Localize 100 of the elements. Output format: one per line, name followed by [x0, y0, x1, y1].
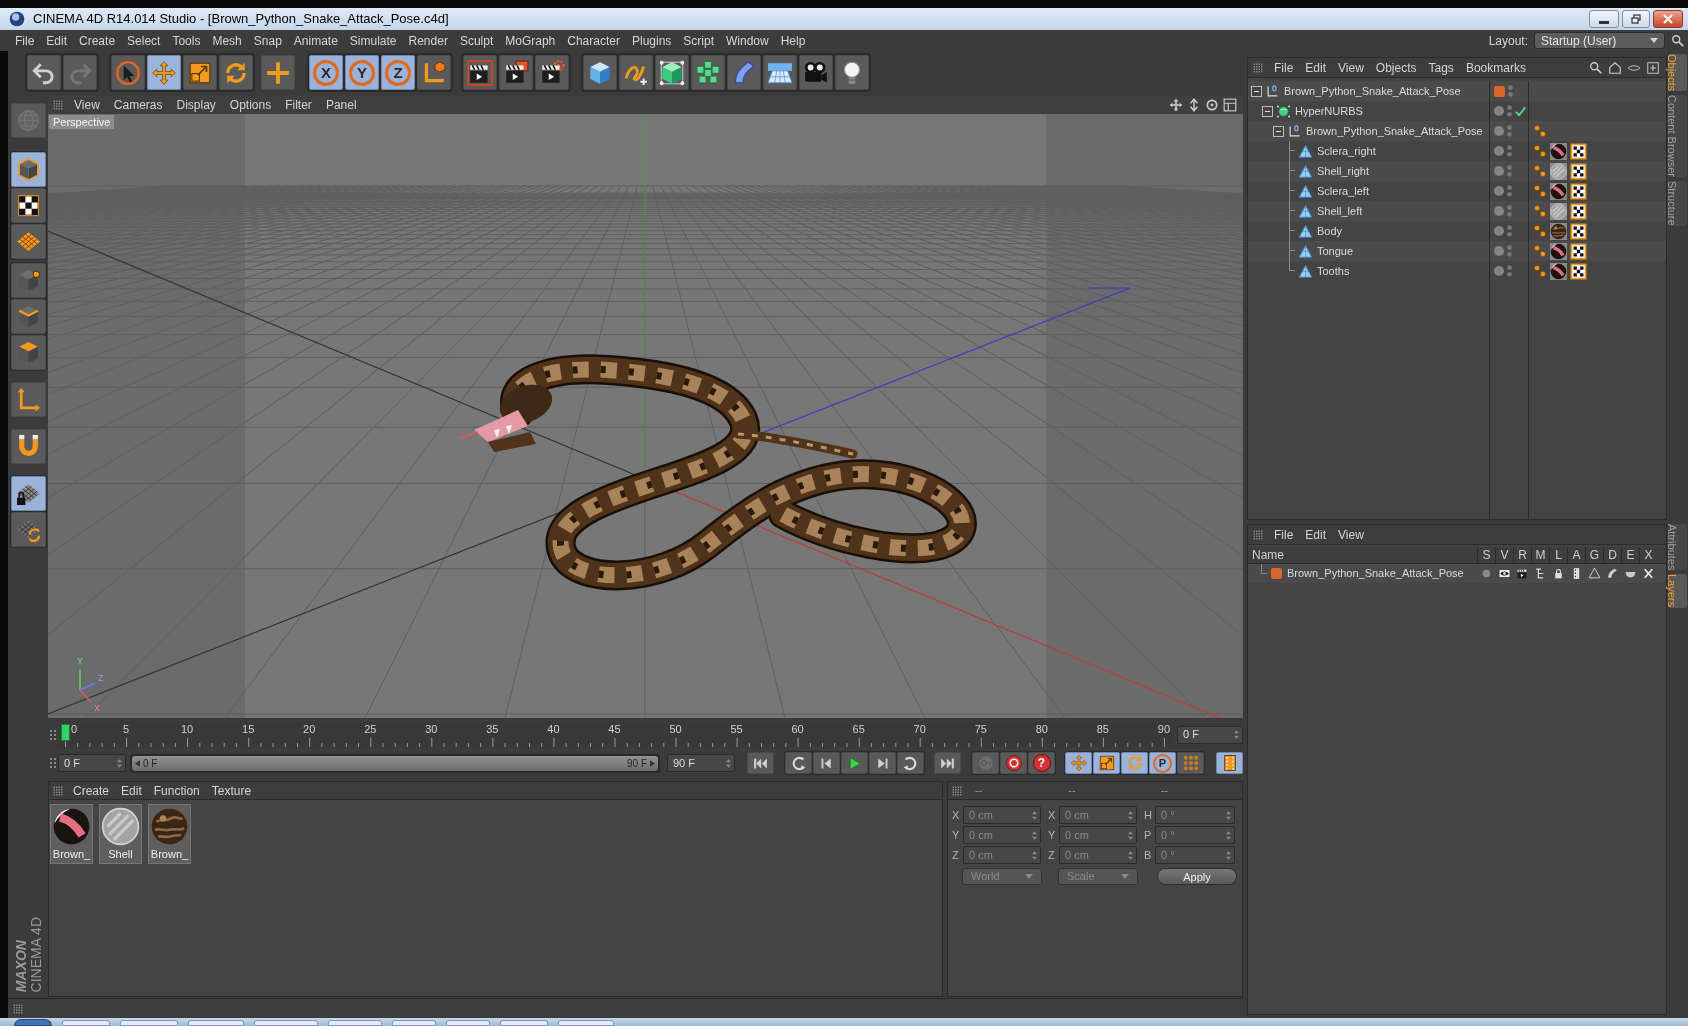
spline-button[interactable]: [619, 55, 653, 90]
move-view-icon[interactable]: [1169, 98, 1183, 112]
menu-item[interactable]: Tags: [1422, 59, 1460, 76]
next-frame-button[interactable]: [869, 752, 896, 774]
axis-button[interactable]: X: [309, 55, 343, 90]
menu-item[interactable]: Panel: [318, 97, 364, 113]
floor-button[interactable]: [763, 55, 797, 90]
material-ball-icon[interactable]: [1550, 242, 1567, 260]
phong-dots-icon[interactable]: [1533, 144, 1547, 158]
move-button[interactable]: [147, 55, 181, 90]
clapperboard-icon[interactable]: [1515, 567, 1529, 580]
restore-button[interactable]: [1622, 10, 1650, 28]
undo-button[interactable]: [27, 55, 61, 90]
taskbar-button[interactable]: [446, 1020, 490, 1026]
menu-item[interactable]: Objects: [1369, 59, 1423, 76]
taskbar-button[interactable]: [188, 1020, 244, 1026]
taskbar-button[interactable]: [500, 1020, 548, 1026]
render-view-button[interactable]: [463, 55, 497, 90]
menu-item[interactable]: Script: [677, 31, 720, 50]
render-picture-button[interactable]: [499, 55, 533, 90]
object-row[interactable]: Brown_Python_Snake_Attack_Pose: [1248, 121, 1666, 141]
material-ball-icon[interactable]: [1550, 162, 1567, 180]
autokey-button[interactable]: ?: [1028, 752, 1055, 774]
menu-item[interactable]: Create: [73, 31, 122, 50]
phong-dots-icon[interactable]: [1533, 244, 1547, 258]
snap-button[interactable]: [10, 429, 46, 464]
prev-frame-button[interactable]: [813, 752, 840, 774]
checker-tag-icon[interactable]: [1570, 182, 1587, 200]
object-row[interactable]: Shell_right: [1248, 161, 1666, 181]
phong-dots-icon[interactable]: [1533, 164, 1547, 178]
object-row[interactable]: Brown_Python_Snake_Attack_Pose: [1248, 81, 1666, 101]
last-button[interactable]: [934, 752, 961, 774]
menu-item[interactable]: Display: [169, 97, 223, 113]
planar-workplane-button[interactable]: [10, 512, 46, 547]
taskbar-button[interactable]: [254, 1020, 318, 1026]
taskbar-button[interactable]: [392, 1020, 436, 1026]
checker-tag-icon[interactable]: [1570, 162, 1587, 180]
menu-item[interactable]: Render: [402, 31, 454, 50]
menu-item[interactable]: Create: [67, 782, 116, 799]
menu-item[interactable]: View: [67, 97, 107, 113]
light-button[interactable]: [835, 55, 869, 90]
checker-tag-icon[interactable]: [1570, 242, 1587, 260]
timeline-ruler[interactable]: 0 5 10 15 20 25 30 35 40 45 50 55 60 65 70 75 80 85 90: [58, 722, 1170, 747]
bent-shape-icon[interactable]: [1605, 567, 1619, 580]
object-row[interactable]: Shell_left: [1248, 201, 1666, 221]
minimize-button[interactable]: [1589, 10, 1619, 28]
locked-workplane-button[interactable]: [10, 476, 46, 511]
collapse-box-icon[interactable]: [1273, 125, 1284, 137]
start-frame-field[interactable]: 0 F: [58, 754, 126, 772]
material-ball-icon[interactable]: [1550, 262, 1567, 280]
axis-mode-button[interactable]: [10, 382, 46, 417]
record-button[interactable]: [1000, 752, 1027, 774]
collapse-box-icon[interactable]: [1251, 85, 1262, 97]
checker-tag-icon[interactable]: [1570, 262, 1587, 280]
panel-tab[interactable]: Structure: [1668, 181, 1687, 226]
menu-item[interactable]: Tools: [166, 31, 207, 50]
material-ball-icon[interactable]: [1550, 222, 1567, 240]
start-orb-icon[interactable]: [14, 1019, 52, 1026]
current-frame-field[interactable]: 0 F: [1177, 725, 1243, 744]
taskbar-button[interactable]: [328, 1020, 382, 1026]
menu-item[interactable]: Edit: [115, 782, 148, 799]
menu-item[interactable]: MoGraph: [499, 31, 562, 50]
checker-tag-icon[interactable]: [1570, 222, 1587, 240]
menu-item[interactable]: Function: [147, 782, 206, 799]
play-button[interactable]: [841, 752, 868, 774]
phong-dots-icon[interactable]: [1533, 124, 1547, 138]
menu-item[interactable]: Select: [121, 31, 167, 50]
axis-button[interactable]: Y: [345, 55, 379, 90]
menu-item[interactable]: View: [1332, 59, 1370, 76]
add-panel-icon[interactable]: [1646, 60, 1660, 75]
menu-item[interactable]: Edit: [1299, 59, 1333, 76]
cube-button[interactable]: [583, 55, 617, 90]
scale-button[interactable]: [1093, 752, 1120, 774]
next-key-button[interactable]: [897, 752, 924, 774]
layer-row[interactable]: Brown_Python_Snake_Attack_Pose: [1248, 564, 1666, 583]
menu-item[interactable]: Plugins: [625, 31, 678, 50]
menu-item[interactable]: Texture: [205, 782, 258, 799]
axis-button[interactable]: Z: [381, 55, 415, 90]
scale-button[interactable]: [183, 55, 217, 90]
panel-tab[interactable]: Attributes: [1668, 524, 1687, 571]
orbit-view-icon[interactable]: [1205, 98, 1219, 112]
menu-item[interactable]: Simulate: [343, 31, 403, 50]
nurbs-button[interactable]: [655, 55, 689, 90]
texture-button[interactable]: [10, 188, 46, 223]
menu-item[interactable]: Options: [222, 97, 279, 113]
playhead-marker[interactable]: [60, 724, 70, 741]
phong-dots-icon[interactable]: [1533, 204, 1547, 218]
menu-item[interactable]: File: [1268, 59, 1300, 76]
material-ball-icon[interactable]: [1550, 142, 1567, 160]
menu-item[interactable]: Mesh: [206, 31, 248, 50]
menu-item[interactable]: Filter: [278, 97, 319, 113]
point-level-button[interactable]: [1177, 752, 1204, 774]
phong-dots-icon[interactable]: [1533, 264, 1547, 278]
material-ball-icon[interactable]: [1550, 182, 1567, 200]
material-tile[interactable]: Shell: [99, 804, 142, 864]
phong-dots-icon[interactable]: [1533, 184, 1547, 198]
live-select-button[interactable]: [111, 55, 145, 90]
menu-item[interactable]: Cameras: [106, 97, 170, 113]
taskbar-button[interactable]: [62, 1020, 110, 1026]
phong-dots-icon[interactable]: [1533, 224, 1547, 238]
